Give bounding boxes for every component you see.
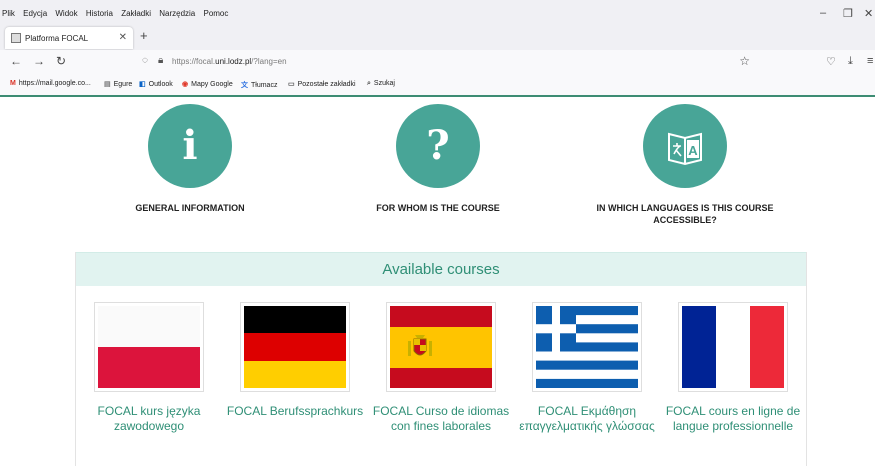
general-information-label[interactable]: GENERAL INFORMATION [90, 202, 290, 214]
svg-text:A: A [688, 143, 698, 158]
languages-section[interactable]: A IN WHICH LANGUAGES IS THIS COURSE ACCE… [585, 104, 785, 226]
search-icon: ⌕ [367, 80, 371, 87]
shield-icon[interactable]: ◌ [142, 55, 148, 66]
course-flag-frame[interactable] [386, 302, 496, 392]
download-icon[interactable]: ⤓ [848, 55, 853, 68]
menu-file[interactable]: Plik [2, 9, 15, 18]
restore-icon[interactable]: ❐ [843, 7, 853, 20]
address-bar[interactable]: ◌ 🔒︎ https://focal.uni.lodz.pl/?lang=en … [134, 52, 764, 72]
folder-icon: ▭ [288, 81, 295, 88]
outlook-icon: ◧ [139, 81, 146, 88]
menu-edit[interactable]: Edycja [23, 9, 47, 18]
translate-glyph: A [668, 132, 702, 166]
greece-flag-drawing [536, 306, 638, 388]
menu-view[interactable]: Widok [55, 9, 77, 18]
bookmark-star-icon[interactable]: ☆ [739, 54, 750, 68]
course-card-spanish[interactable]: FOCAL Curso de idiomas con fines laboral… [368, 302, 514, 434]
coat-of-arms-icon [408, 335, 432, 356]
close-window-icon[interactable]: ✕ [864, 7, 873, 20]
menu-help[interactable]: Pomoc [203, 9, 228, 18]
bookmark-translate[interactable]: 文 Tłumacz [241, 80, 277, 90]
available-courses-heading: Available courses [76, 252, 806, 286]
spain-flag[interactable] [390, 306, 492, 388]
lock-icon[interactable]: 🔒︎ [158, 55, 163, 66]
bookmark-maps[interactable]: ◉ Mapy Google [182, 80, 233, 88]
translate-icon[interactable]: A [643, 104, 727, 188]
url-text[interactable]: https://focal.uni.lodz.pl/?lang=en [172, 57, 287, 66]
egure-icon: ▤ [104, 81, 111, 88]
for-whom-section[interactable]: ? FOR WHOM IS THE COURSE [338, 104, 538, 214]
course-link-greek[interactable]: FOCAL Εκμάθηση επαγγελματικής γλώσσας [514, 404, 660, 434]
minimize-icon[interactable]: – [820, 7, 826, 19]
languages-label[interactable]: IN WHICH LANGUAGES IS THIS COURSE ACCESS… [585, 202, 785, 226]
menu-bar: Plik Edycja Widok Historia Zakładki Narz… [0, 0, 875, 26]
back-icon[interactable]: ← [10, 54, 22, 68]
available-courses-panel: Available courses FOCAL kurs języka zawo… [75, 252, 807, 466]
browser-tab[interactable]: Platforma FOCAL ✕ [5, 27, 133, 49]
tab-title: Platforma FOCAL [25, 34, 89, 43]
bookmark-gmail[interactable]: Mhttps://mail.google.co... [10, 80, 91, 87]
new-tab-icon[interactable]: + [140, 28, 148, 43]
course-flag-frame[interactable] [94, 302, 204, 392]
course-card-french[interactable]: FOCAL cours en ligne de langue professio… [660, 302, 806, 434]
course-card-greek[interactable]: FOCAL Εκμάθηση επαγγελματικής γλώσσας [514, 302, 660, 434]
forward-icon[interactable]: → [33, 54, 45, 68]
course-link-french[interactable]: FOCAL cours en ligne de langue professio… [660, 404, 806, 434]
bookmark-other[interactable]: ▭ Pozostałe zakładki [288, 80, 356, 88]
poland-flag[interactable] [98, 306, 200, 388]
reload-icon[interactable]: ↻ [56, 54, 66, 68]
menu-icon[interactable]: ≡ [867, 55, 873, 67]
bookmark-outlook[interactable]: ◧ Outlook [139, 80, 173, 88]
maps-pin-icon: ◉ [182, 81, 189, 88]
tab-bar: Platforma FOCAL ✕ [0, 26, 875, 50]
bookmark-search[interactable]: ⌕ Szukaj [367, 80, 395, 88]
course-flag-frame[interactable] [240, 302, 350, 392]
gmail-icon: M [10, 80, 16, 87]
germany-flag[interactable] [244, 306, 346, 388]
header-divider [0, 95, 875, 97]
navigation-bar: ← → ↻ ◌ 🔒︎ https://focal.uni.lodz.pl/?la… [0, 50, 875, 74]
course-card-polish[interactable]: FOCAL kurs języka zawodowego [76, 302, 222, 434]
general-information-section[interactable]: i GENERAL INFORMATION [90, 104, 290, 214]
translate-bookmark-icon: 文 [241, 82, 248, 89]
bookmark-egure[interactable]: ▤ Egure [104, 80, 132, 88]
menu-bookmarks[interactable]: Zakładki [121, 9, 151, 18]
close-tab-icon[interactable]: ✕ [119, 32, 127, 43]
menu-history[interactable]: Historia [86, 9, 113, 18]
info-icon[interactable]: i [148, 104, 232, 188]
question-icon[interactable]: ? [396, 104, 480, 188]
greece-flag[interactable] [536, 306, 638, 388]
france-flag[interactable] [682, 306, 784, 388]
favicon-icon [11, 33, 21, 43]
course-link-spanish[interactable]: FOCAL Curso de idiomas con fines laboral… [368, 404, 514, 434]
course-link-polish[interactable]: FOCAL kurs języka zawodowego [76, 404, 222, 434]
pocket-icon[interactable]: ♡ [826, 55, 836, 68]
for-whom-label[interactable]: FOR WHOM IS THE COURSE [338, 202, 538, 214]
bookmarks-bar: Mhttps://mail.google.co... ▤ Egure ◧ Outlo… [0, 74, 875, 95]
course-flag-frame[interactable] [678, 302, 788, 392]
course-card-german[interactable]: FOCAL Berufssprachkurs [222, 302, 368, 419]
menu-tools[interactable]: Narzędzia [159, 9, 195, 18]
course-link-german[interactable]: FOCAL Berufssprachkurs [222, 404, 368, 419]
course-flag-frame[interactable] [532, 302, 642, 392]
